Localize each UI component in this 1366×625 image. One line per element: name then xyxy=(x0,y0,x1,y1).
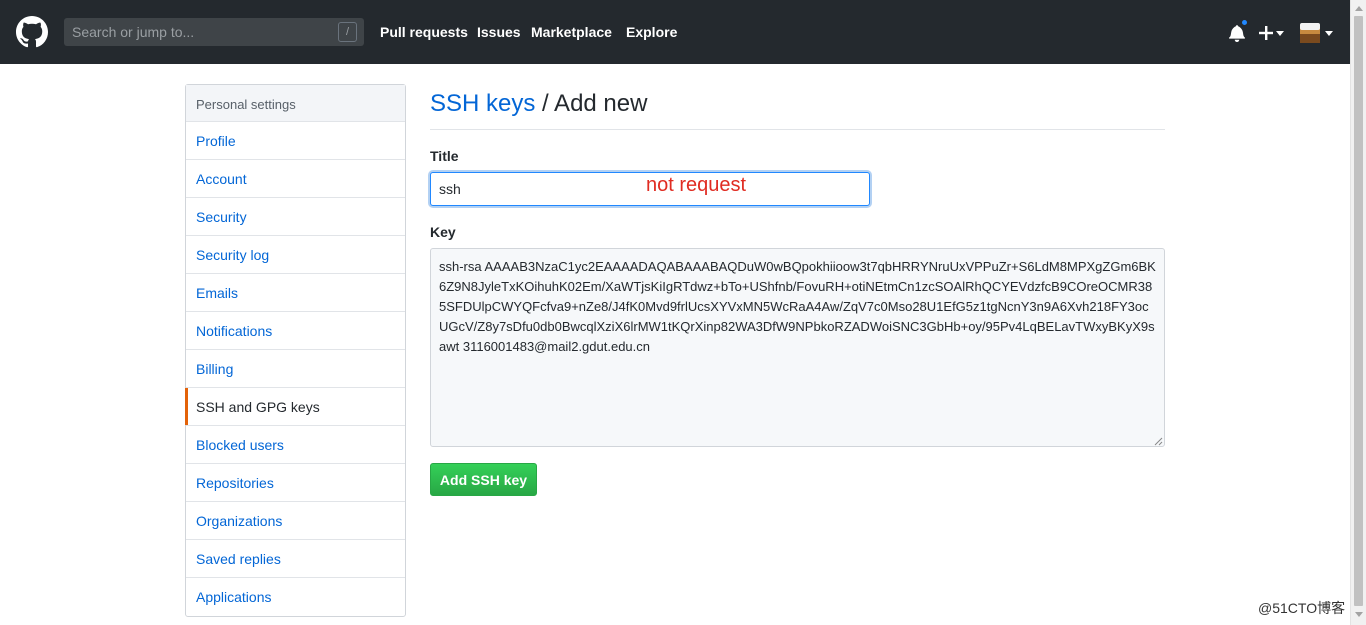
sidebar-item-applications[interactable]: Applications xyxy=(186,578,405,616)
github-logo-icon[interactable] xyxy=(16,16,48,48)
sidebar-item-organizations[interactable]: Organizations xyxy=(186,502,405,540)
resize-handle-icon[interactable] xyxy=(1153,436,1163,446)
sidebar-item-security-log[interactable]: Security log xyxy=(186,236,405,274)
watermark: @51CTO博客 xyxy=(1258,600,1346,616)
sidebar-item-profile[interactable]: Profile xyxy=(186,122,405,160)
avatar[interactable] xyxy=(1300,23,1320,43)
sidebar-item-saved-replies[interactable]: Saved replies xyxy=(186,540,405,578)
top-header: / Pull requests Issues Marketplace Explo… xyxy=(0,0,1350,64)
title-field-label: Title xyxy=(430,148,459,164)
sidebar-item-account[interactable]: Account xyxy=(186,160,405,198)
settings-sidebar: Personal settings Profile Account Securi… xyxy=(185,84,406,617)
scroll-up-arrow-icon[interactable] xyxy=(1355,6,1363,11)
sidebar-item-ssh-gpg-keys[interactable]: SSH and GPG keys xyxy=(185,388,405,426)
key-textarea[interactable]: ssh-rsa AAAAB3NzaC1yc2EAAAADAQABAAABAQDu… xyxy=(430,248,1165,447)
sidebar-item-security[interactable]: Security xyxy=(186,198,405,236)
page-scrollbar[interactable] xyxy=(1350,0,1366,625)
key-field-label: Key xyxy=(430,224,456,240)
search-box[interactable] xyxy=(64,18,364,46)
sidebar-item-blocked-users[interactable]: Blocked users xyxy=(186,426,405,464)
scroll-down-arrow-icon[interactable] xyxy=(1355,612,1363,617)
search-input[interactable] xyxy=(64,18,334,46)
caret-down-icon[interactable] xyxy=(1276,31,1284,36)
sidebar-item-repositories[interactable]: Repositories xyxy=(186,464,405,502)
sidebar-item-notifications[interactable]: Notifications xyxy=(186,312,405,350)
annotation-text: not request xyxy=(646,174,747,196)
page-title: SSH keys / Add new xyxy=(430,90,1165,130)
notification-indicator xyxy=(1240,18,1249,27)
nav-issues[interactable]: Issues xyxy=(477,24,521,40)
plus-icon[interactable] xyxy=(1259,26,1273,40)
sidebar-item-emails[interactable]: Emails xyxy=(186,274,405,312)
nav-marketplace[interactable]: Marketplace xyxy=(531,24,612,40)
scrollbar-thumb[interactable] xyxy=(1354,16,1363,606)
caret-down-icon[interactable] xyxy=(1325,31,1333,36)
breadcrumb-ssh-keys-link[interactable]: SSH keys xyxy=(430,90,535,117)
search-shortcut-hint: / xyxy=(338,22,357,42)
breadcrumb-current: / Add new xyxy=(535,90,648,117)
sidebar-heading: Personal settings xyxy=(186,85,405,122)
add-ssh-key-button[interactable]: Add SSH key xyxy=(430,463,537,496)
nav-explore[interactable]: Explore xyxy=(626,24,677,40)
nav-pull-requests[interactable]: Pull requests xyxy=(380,24,468,40)
sidebar-item-billing[interactable]: Billing xyxy=(186,350,405,388)
